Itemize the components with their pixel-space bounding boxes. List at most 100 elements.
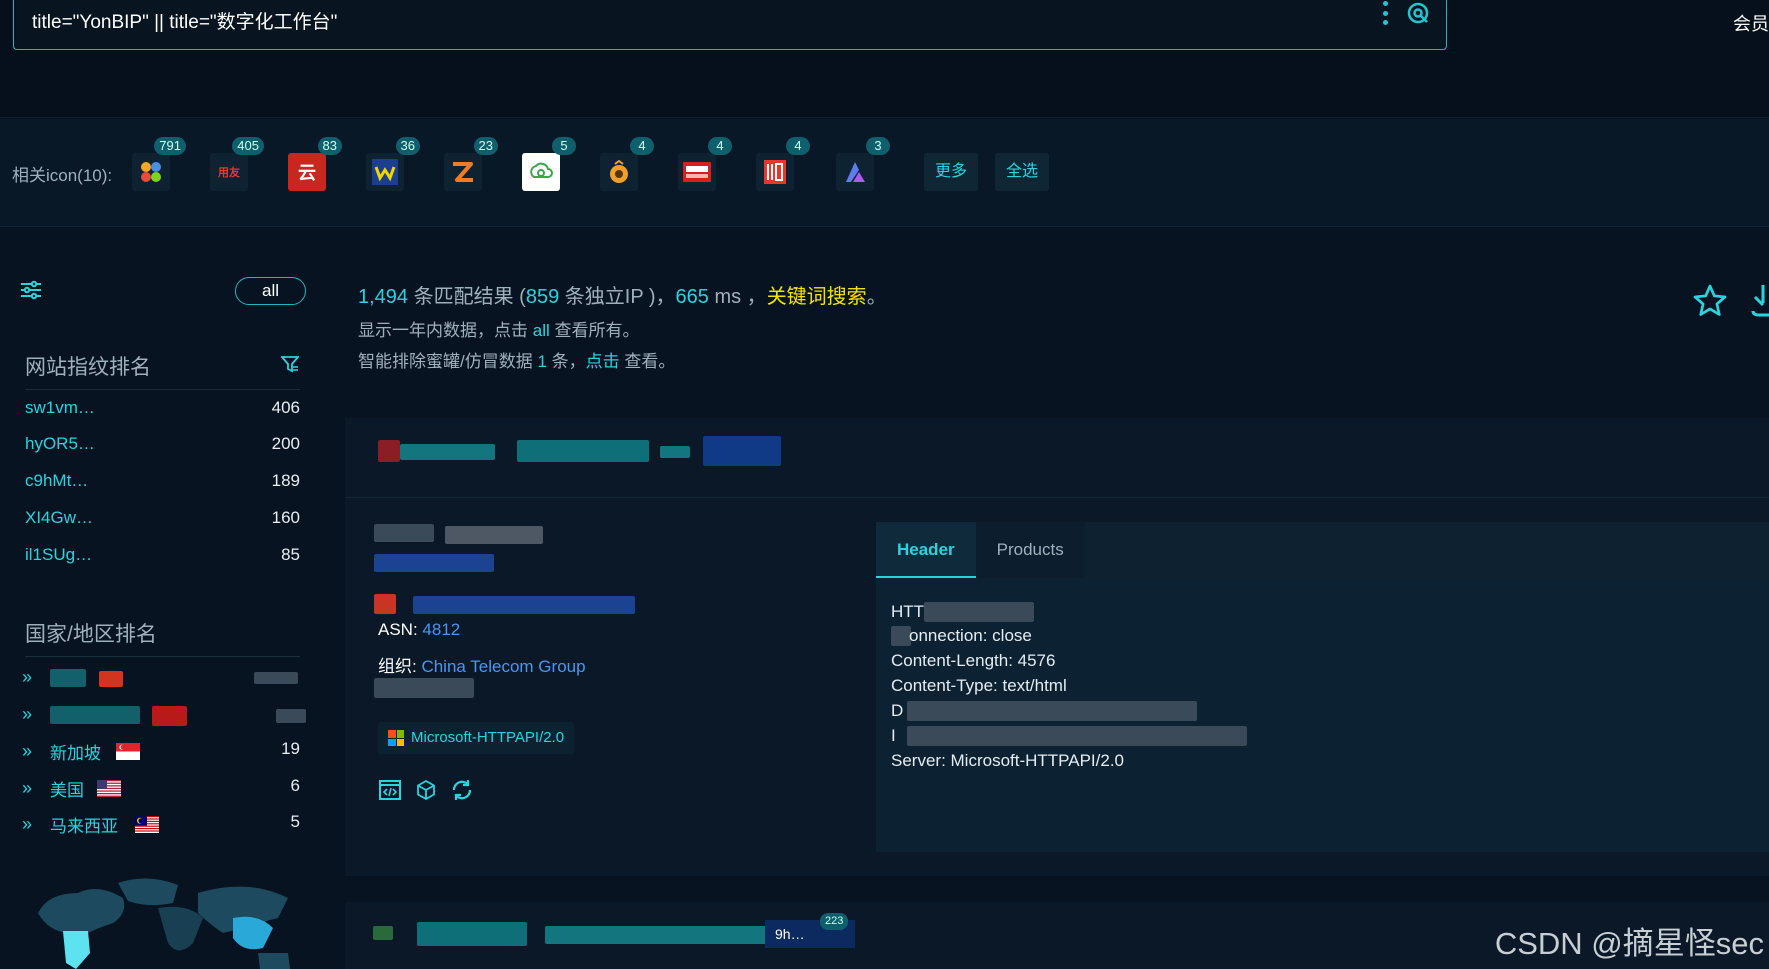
fingerprint-name[interactable]: il1SUg… — [25, 545, 92, 565]
header-line: Server: Microsoft-HTTPAPI/2.0 — [891, 751, 1125, 770]
country-count: 6 — [290, 776, 300, 795]
panel-tabs: Header Products — [876, 522, 1085, 578]
download-icon[interactable] — [1749, 283, 1769, 324]
icon-count-badge: 4 — [786, 137, 810, 155]
header-line: Content-Length: 4576 — [891, 651, 1056, 670]
notice-text: 查看。 — [619, 352, 676, 371]
code-icon[interactable] — [378, 778, 402, 807]
red-seal-icon[interactable]: 4 — [756, 137, 810, 191]
watermark: CSDN @摘星怪sec — [1494, 926, 1764, 961]
pinwheel-icon[interactable]: 791 — [132, 137, 186, 191]
country-row[interactable]: » 新加坡 19 — [22, 739, 302, 767]
country-row[interactable]: » 美国 6 — [22, 776, 302, 804]
fingerprint-row[interactable]: hyOR5… 200 — [25, 434, 300, 462]
fingerprint-name[interactable]: XI4Gw… — [25, 508, 93, 528]
orange-coin-icon[interactable]: 4 — [600, 137, 654, 191]
fingerprint-row[interactable]: XI4Gw… 160 — [25, 508, 300, 536]
icon-count-badge: 36 — [395, 137, 420, 155]
yonyou-icon-text: 用友 — [218, 167, 240, 179]
fingerprint-row[interactable]: il1SUg… 85 — [25, 545, 300, 573]
star-icon[interactable] — [1692, 283, 1728, 324]
tab-header[interactable]: Header — [876, 522, 976, 578]
unique-ip-count: 859 — [525, 286, 560, 308]
product-tag-label: Microsoft-HTTPAPI/2.0 — [411, 729, 565, 746]
wm-icon[interactable]: 36 — [366, 137, 420, 191]
count-badge: 223 — [820, 913, 849, 930]
total-results: 1,494 — [358, 286, 409, 308]
fingerprint-ranking-title: 网站指纹排名 — [25, 356, 151, 379]
redacted-title[interactable] — [660, 446, 690, 458]
redacted-country-name — [50, 669, 86, 687]
product-tag[interactable]: Microsoft-HTTPAPI/2.0 — [378, 722, 575, 754]
icon-count-badge: 405 — [232, 137, 264, 155]
select-all-icons-button[interactable]: 全选 — [995, 153, 1050, 191]
country-name[interactable]: 马来西亚 — [50, 812, 118, 837]
icon-count-badge: 5 — [552, 137, 576, 155]
funnel-filter-icon[interactable] — [280, 355, 300, 378]
redacted-ip[interactable] — [445, 526, 543, 544]
recycle-cloud-icon[interactable]: 5 — [522, 137, 576, 191]
double-chevron-icon: » — [22, 704, 33, 724]
search-icon[interactable] — [1406, 1, 1430, 30]
country-row[interactable]: » — [22, 702, 306, 730]
asn-link[interactable]: 4812 — [422, 620, 460, 639]
redacted-title[interactable] — [517, 440, 649, 462]
red-brand-icon[interactable]: 4 — [678, 137, 732, 191]
cube-icon[interactable] — [414, 778, 438, 807]
result-card-header — [345, 418, 1769, 498]
redacted-title[interactable] — [417, 922, 527, 946]
header-line: onnection: close — [909, 626, 1032, 645]
redacted-favicon — [373, 926, 393, 940]
purple-shape-icon[interactable]: 3 — [836, 137, 890, 191]
redacted-link[interactable] — [703, 436, 781, 466]
more-icons-button[interactable]: 更多 — [924, 153, 979, 191]
header-line: Content-Type: text/html — [891, 676, 1067, 695]
keyword-search-link[interactable]: 关键词搜索 — [767, 286, 867, 308]
redacted-title[interactable] — [545, 926, 767, 944]
results-summary: 1,494 条匹配结果 (859 条独立IP )，665 ms ，关键词搜索。 — [358, 280, 887, 309]
sliders-icon[interactable] — [20, 280, 42, 305]
refresh-icon[interactable] — [450, 778, 474, 807]
left-sidebar: all 网站指纹排名 sw1vm… 406 hyOR5… 200 c9hMt… 189… — [0, 228, 344, 969]
search-box[interactable]: title="YonBIP" || title="数字化工作台" — [13, 0, 1447, 50]
redacted-domain[interactable] — [374, 554, 494, 572]
country-row[interactable]: » — [22, 665, 302, 693]
icon-count-badge: 4 — [630, 137, 654, 155]
view-honeypot-link[interactable]: 点击 — [586, 352, 620, 371]
header-panel: Header Products HTT onnection: close Con… — [876, 522, 1769, 852]
notice-text: 条， — [546, 352, 586, 371]
one-year-notice: 显示一年内数据，点击 all 查看所有。 — [358, 316, 639, 341]
country-row[interactable]: » 马来西亚 5 — [22, 812, 302, 840]
redacted-location[interactable] — [413, 596, 635, 614]
fingerprint-name[interactable]: hyOR5… — [25, 434, 95, 454]
double-chevron-icon: » — [22, 741, 33, 761]
honeypot-notice: 智能排除蜜罐/仿冒数据 1 条，点击 查看。 — [358, 347, 675, 372]
fingerprint-row[interactable]: sw1vm… 406 — [25, 398, 300, 426]
result-tools — [378, 778, 474, 807]
summary-text: ms ， — [708, 286, 767, 308]
redacted-title[interactable] — [400, 444, 495, 460]
all-filter-toggle[interactable]: all — [235, 277, 306, 305]
redacted-header — [907, 726, 1247, 746]
tab-products[interactable]: Products — [975, 522, 1085, 578]
flag-icon — [99, 671, 123, 687]
fingerprint-name[interactable]: c9hMt… — [25, 471, 88, 491]
http-header-body: HTT onnection: close Content-Length: 457… — [876, 578, 1769, 852]
query-time: 665 — [675, 286, 709, 308]
more-options-icon[interactable] — [1382, 1, 1388, 25]
divider — [25, 656, 300, 657]
search-input[interactable]: title="YonBIP" || title="数字化工作台" — [32, 7, 337, 34]
z-arrow-icon[interactable]: 23 — [444, 137, 498, 191]
org-link[interactable]: China Telecom Group — [421, 657, 585, 676]
fingerprint-count: 189 — [271, 471, 300, 490]
yonyou-icon[interactable]: 用友 405 — [210, 137, 264, 191]
fingerprint-name[interactable]: sw1vm… — [25, 398, 95, 418]
country-name[interactable]: 美国 — [50, 776, 84, 801]
vip-link[interactable]: 会员 — [1733, 10, 1769, 36]
show-all-link[interactable]: all — [533, 321, 550, 340]
redacted-ip[interactable] — [374, 524, 434, 542]
redacted-header — [924, 602, 1034, 622]
cloud-char-icon[interactable]: 云 83 — [288, 137, 342, 191]
country-name[interactable]: 新加坡 — [50, 739, 101, 764]
fingerprint-row[interactable]: c9hMt… 189 — [25, 471, 300, 499]
